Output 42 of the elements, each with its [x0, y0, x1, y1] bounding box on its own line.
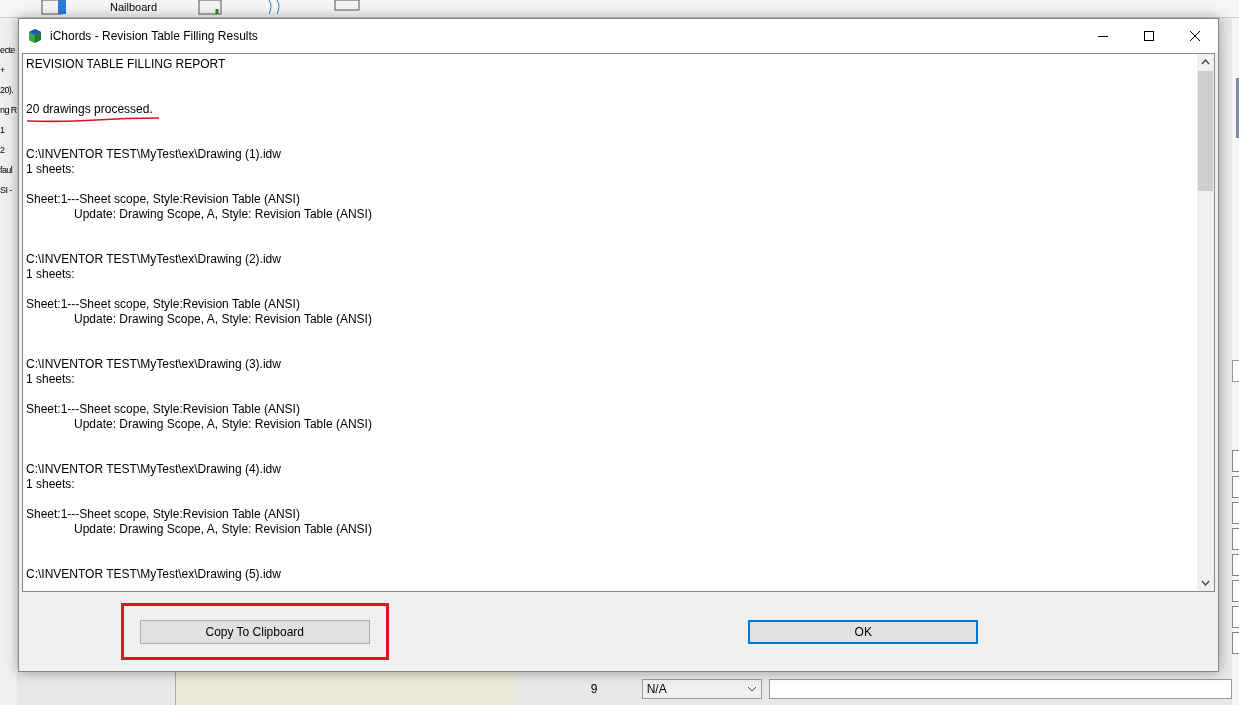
sheet-info: Sheet:1---Sheet scope, Style:Revision Table (ANSI) [26, 402, 300, 417]
update-info: Update: Drawing Scope, A, Style: Revision Table (ANSI) [74, 417, 372, 432]
sheet-count: 1 sheets: [26, 477, 75, 492]
dialog-button[interactable]: Copy To Clipboard [139, 620, 370, 644]
sheet-info: Sheet:1---Sheet scope, Style:Revision Table (ANSI) [26, 297, 300, 312]
scrollbar-thumb[interactable] [1198, 71, 1213, 191]
dialog-button[interactable]: OK [748, 620, 979, 644]
report-text-area[interactable] [22, 53, 1215, 592]
panel-text: 20). [0, 84, 14, 97]
input-field[interactable] [768, 678, 1232, 699]
toolbar-label[interactable]: Nailboard [110, 0, 158, 14]
row-dropdown[interactable]: N/A [641, 678, 762, 699]
update-info: Update: Drawing Scope, A, Style: Revision Table (ANSI) [74, 522, 372, 537]
chevron-down-icon [746, 685, 757, 692]
file-path: C:\INVENTOR TEST\MyTest\ex\Drawing (5).idw [26, 567, 281, 582]
vertical-scrollbar[interactable] [1197, 54, 1214, 591]
minimize-icon [1098, 35, 1108, 37]
update-info: Update: Drawing Scope, A, Style: Revision Table (ANSI) [74, 207, 372, 222]
summary-text: 20 drawings processed. [26, 102, 153, 117]
file-path: C:\INVENTOR TEST\MyTest\ex\Drawing (4).idw [26, 462, 281, 477]
sheet-info: Sheet:1---Sheet scope, Style:Revision Table (ANSI) [26, 192, 300, 207]
panel-text: 1 [0, 124, 5, 137]
update-info: Update: Drawing Scope, A, Style: Revision Table (ANSI) [74, 312, 372, 327]
app-logo-icon [27, 28, 43, 44]
panel-text: ecte [0, 44, 15, 57]
panel-text: ng R [0, 104, 17, 117]
close-icon [1190, 31, 1200, 41]
sheet-count: 1 sheets: [26, 162, 75, 177]
file-path: C:\INVENTOR TEST\MyTest\ex\Drawing (2).idw [26, 252, 281, 267]
report-heading: REVISION TABLE FILLING REPORT [26, 57, 226, 72]
file-path: C:\INVENTOR TEST\MyTest\ex\Drawing (1).idw [26, 147, 281, 162]
panel-text: 2 [0, 144, 5, 157]
window-title: iChords - Revision Table Filling Results [50, 28, 258, 45]
panel-text: faul [0, 164, 13, 177]
sheet-info: Sheet:1---Sheet scope, Style:Revision Table (ANSI) [26, 507, 300, 522]
maximize-icon [1144, 31, 1154, 41]
row-number: 9 [590, 680, 599, 698]
sheet-count: 1 sheets: [26, 372, 75, 387]
panel-text: + [0, 64, 5, 77]
sheet-count: 1 sheets: [26, 267, 75, 282]
panel-text: SI - [0, 184, 12, 197]
file-path: C:\INVENTOR TEST\MyTest\ex\Drawing (3).idw [26, 357, 281, 372]
